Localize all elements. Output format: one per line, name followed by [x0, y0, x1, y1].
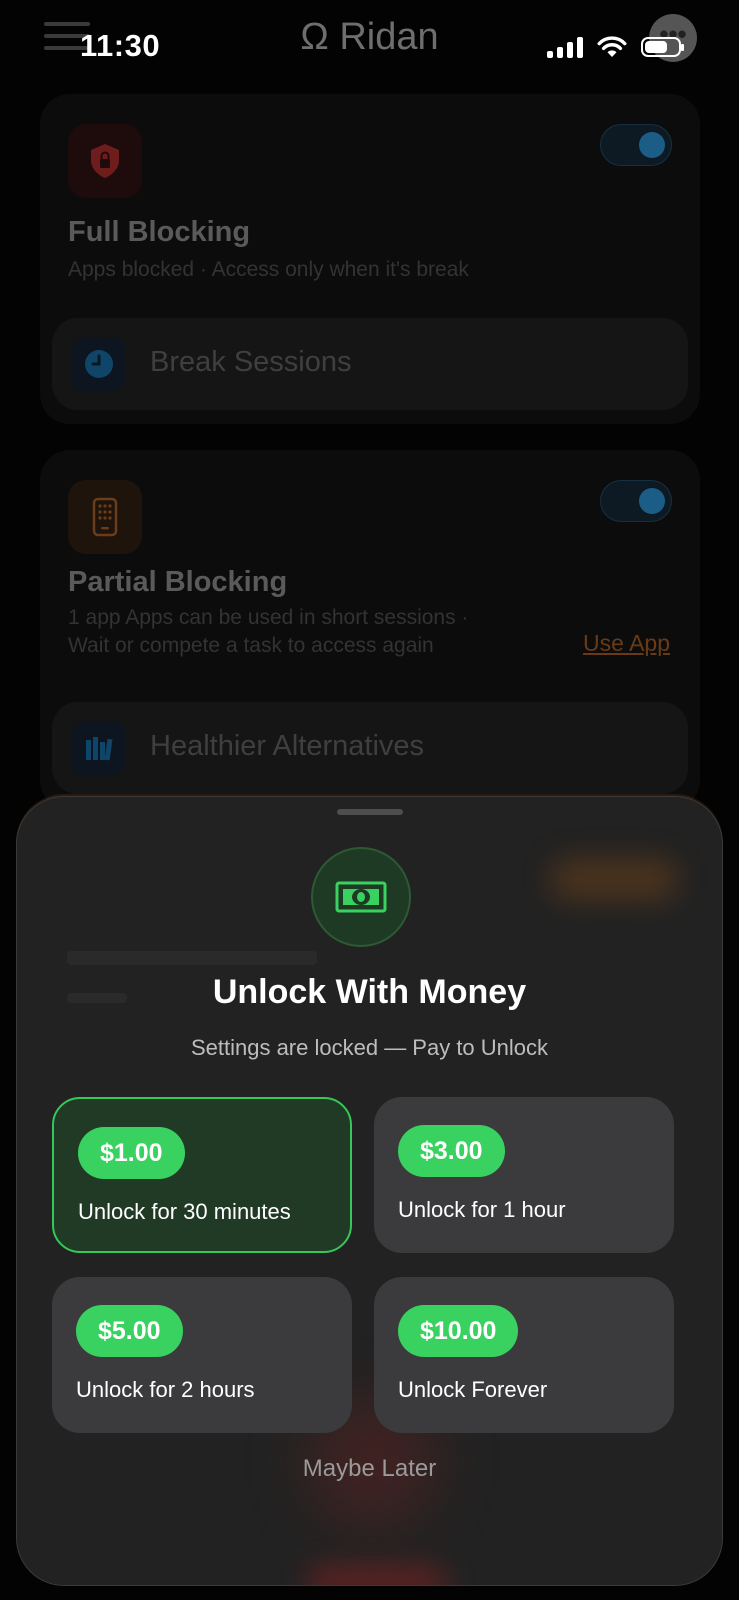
faded-background-text [67, 951, 317, 965]
row-label: Break Sessions [150, 346, 352, 378]
status-icons [547, 36, 684, 58]
card-title: Partial Blocking [68, 566, 288, 598]
option-label: Unlock Forever [398, 1377, 548, 1402]
full-blocking-toggle[interactable] [600, 124, 672, 166]
card-title: Full Blocking [68, 216, 251, 248]
cellular-signal-icon [547, 36, 583, 58]
card-subtitle-line2: Wait or compete a task to access again [68, 634, 434, 657]
price-badge: $1.00 [78, 1127, 185, 1179]
card-subtitle: Apps blocked · Access only when it's bre… [68, 258, 469, 281]
app-name: Ridan [339, 16, 439, 58]
sheet-subtitle: Settings are locked — Pay to Unlock [190, 1035, 549, 1060]
battery-icon [641, 37, 684, 57]
row-label: Healthier Alternatives [150, 730, 425, 762]
price-badge: $10.00 [398, 1305, 519, 1357]
use-app-link[interactable]: Use App [583, 630, 670, 657]
partial-blocking-toggle[interactable] [600, 480, 672, 522]
status-time: 11:30 [80, 28, 161, 63]
unlock-option-2-hours[interactable]: $5.00 Unlock for 2 hours [52, 1277, 352, 1433]
unlock-option-30-minutes[interactable]: $1.00 Unlock for 30 minutes [52, 1097, 352, 1253]
unlock-option-forever[interactable]: $10.00 Unlock Forever [374, 1277, 674, 1433]
screen: Ω Ridan ••• 11:30 Full Blocking Apps blo… [0, 0, 739, 1600]
phone-keypad-icon [68, 480, 142, 554]
maybe-later-button[interactable]: Maybe Later [17, 1455, 722, 1483]
price-badge: $3.00 [398, 1125, 505, 1177]
break-sessions-row[interactable]: Break Sessions [52, 318, 688, 410]
option-label: Unlock for 2 hours [76, 1377, 255, 1402]
drag-handle[interactable] [337, 809, 403, 815]
partial-blocking-card: Partial Blocking 1 app Apps can be used … [40, 450, 700, 810]
healthier-alternatives-row[interactable]: Healthier Alternatives [52, 702, 688, 794]
option-label: Unlock for 30 minutes [78, 1199, 291, 1224]
background-glow [549, 857, 679, 901]
unlock-option-1-hour[interactable]: $3.00 Unlock for 1 hour [374, 1097, 674, 1253]
wifi-icon [597, 36, 627, 57]
unlock-sheet: Unlock With Money Settings are locked — … [16, 796, 723, 1586]
omega-logo: Ω [300, 16, 329, 58]
banknote-icon [311, 847, 411, 947]
price-badge: $5.00 [76, 1305, 183, 1357]
sheet-title: Unlock With Money [212, 973, 527, 1011]
books-icon [72, 721, 126, 775]
background-glow [307, 1567, 447, 1585]
full-blocking-card: Full Blocking Apps blocked · Access only… [40, 94, 700, 424]
shield-lock-icon [68, 124, 142, 198]
card-subtitle-line1: 1 app Apps can be used in short sessions… [68, 606, 469, 629]
option-label: Unlock for 1 hour [398, 1197, 566, 1222]
clock-icon [72, 337, 126, 391]
